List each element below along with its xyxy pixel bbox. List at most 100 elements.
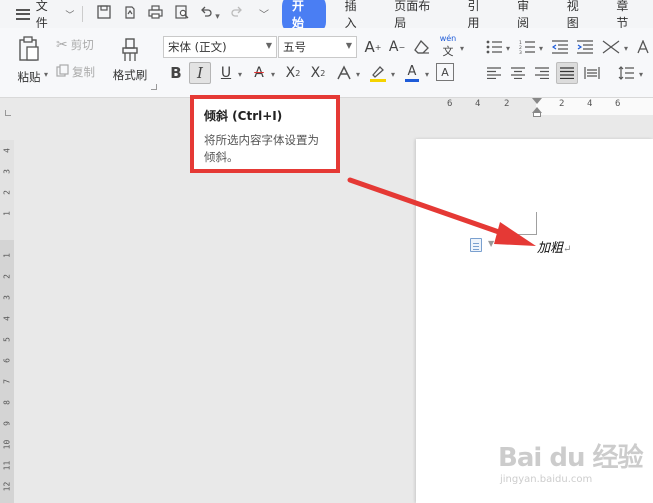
first-line-indent-marker[interactable] — [532, 98, 542, 104]
copy-button[interactable]: 复制 — [56, 63, 95, 81]
numbered-list-dropdown-icon[interactable]: ▾ — [539, 44, 543, 53]
bold-button[interactable]: B — [165, 62, 187, 84]
ruler-number: 5 — [2, 337, 12, 342]
align-left-icon[interactable] — [483, 62, 505, 84]
ruler-number: 9 — [2, 421, 12, 426]
watermark: Bai du 经验 jingyan.baidu.com — [498, 437, 643, 485]
align-right-icon[interactable] — [531, 62, 553, 84]
ruler-number: 3 — [2, 169, 12, 174]
ruler-number: 7 — [2, 379, 12, 384]
highlight-dropdown-icon[interactable]: ▾ — [391, 70, 395, 79]
clear-formatting-icon[interactable] — [411, 36, 433, 58]
paste-button[interactable]: 粘贴 — [10, 34, 48, 86]
subscript-button[interactable]: X2 — [307, 62, 329, 84]
vertical-ruler[interactable]: 4 3 2 1 1 2 3 4 5 6 7 8 9 10 11 12 — [0, 130, 18, 503]
menu-bar: 文件 ﹀ ▾ ﹀ 开始 插入 页面布局 引用 审阅 视图 章节 — [0, 0, 653, 34]
save-icon[interactable] — [91, 5, 117, 23]
superscript-button[interactable]: X2 — [282, 62, 304, 84]
annotation-arrow — [347, 177, 536, 246]
selected-text: 加粗 — [537, 241, 564, 256]
ruler-number: 2 — [2, 274, 12, 279]
tab-view[interactable]: 视图 — [554, 0, 604, 31]
font-color-icon[interactable]: A — [401, 61, 423, 85]
text-effect-dropdown-icon[interactable]: ▾ — [356, 70, 360, 79]
highlight-icon[interactable] — [367, 62, 389, 84]
font-size-select[interactable]: 五号 ▼ — [278, 36, 357, 58]
line-spacing-icon[interactable] — [615, 62, 637, 84]
increase-indent-icon[interactable] — [575, 36, 595, 58]
file-menu[interactable]: 文件 ﹀ — [0, 0, 74, 31]
ruler-number: 4 — [475, 99, 481, 109]
svg-text:3: 3 — [519, 50, 522, 54]
ruler-corner-mark — [5, 110, 11, 116]
chinese-layout-dropdown-icon[interactable]: ▾ — [624, 44, 628, 53]
file-menu-label: 文件 — [35, 0, 48, 30]
underline-dropdown-icon[interactable]: ▾ — [238, 70, 242, 79]
tab-section[interactable]: 章节 — [603, 0, 653, 31]
align-center-icon[interactable] — [507, 62, 529, 84]
font-color-dropdown-icon[interactable]: ▾ — [425, 70, 429, 79]
ruler-number: 2 — [2, 190, 12, 195]
chevron-down-icon: ﹀ — [65, 10, 75, 21]
font-name-value: 宋体 (正文) — [168, 40, 227, 54]
tooltip-body: 将所选内容字体设置为倾斜。 — [204, 133, 319, 164]
italic-tooltip: 倾斜 (Ctrl+I) 将所选内容字体设置为倾斜。 — [190, 95, 340, 173]
ruler-number: 4 — [587, 99, 593, 109]
tab-review[interactable]: 审阅 — [504, 0, 554, 31]
hamburger-icon — [16, 8, 30, 20]
tooltip-title: 倾斜 (Ctrl+I) — [204, 109, 283, 123]
cut-label: 剪切 — [70, 38, 94, 52]
customize-quick-access-icon[interactable]: ﹀ — [250, 6, 276, 22]
phonetic-glyph: wén — [439, 33, 457, 43]
left-indent-marker[interactable] — [533, 112, 541, 117]
format-painter-button[interactable]: 格式刷 — [108, 34, 152, 86]
distributed-align-icon[interactable] — [581, 62, 603, 84]
ruler-number: 8 — [2, 400, 12, 405]
line-spacing-dropdown-icon[interactable]: ▾ — [639, 70, 643, 79]
paste-dropdown-icon[interactable]: ▾ — [44, 70, 48, 79]
strikethrough-button[interactable]: A — [248, 62, 270, 84]
ruler-number: 6 — [615, 99, 621, 109]
font-size-value: 五号 — [283, 40, 306, 54]
font-name-select[interactable]: 宋体 (正文) ▼ — [163, 36, 277, 58]
undo-dropdown-icon[interactable]: ▾ — [215, 12, 220, 22]
bullet-list-dropdown-icon[interactable]: ▾ — [506, 44, 510, 53]
copy-icon — [56, 64, 69, 80]
tab-references[interactable]: 引用 — [454, 0, 504, 31]
print-preview-icon[interactable] — [169, 5, 195, 23]
ribbon-toolbar: 粘贴 ▾ ✂ 剪切 复制 格式刷 宋体 (正文) ▼ 五号 ▼ A + A − wé… — [0, 28, 653, 98]
underline-button[interactable]: U — [215, 62, 237, 84]
redo-icon[interactable] — [224, 5, 250, 23]
paragraph-mark: ↵ — [563, 244, 572, 255]
justify-icon[interactable] — [556, 62, 578, 84]
ruler-number: 11 — [2, 460, 12, 471]
shrink-font-icon[interactable]: A − — [386, 36, 408, 58]
numbered-list-icon[interactable]: 123 — [517, 36, 537, 58]
bullet-list-icon[interactable] — [484, 36, 504, 58]
chinese-layout-icon[interactable] — [600, 36, 622, 58]
export-pdf-icon[interactable] — [117, 5, 143, 23]
document-text[interactable]: 加粗↵ — [537, 237, 571, 256]
tab-page-layout[interactable]: 页面布局 — [381, 0, 454, 31]
clipboard-launcher-icon[interactable] — [151, 84, 157, 90]
character-border-icon[interactable]: A — [436, 63, 454, 81]
undo-icon[interactable]: ▾ — [195, 5, 225, 23]
cut-button[interactable]: ✂ 剪切 — [56, 36, 94, 54]
tab-insert[interactable]: 插入 — [332, 0, 382, 31]
copy-label: 复制 — [72, 65, 95, 79]
grow-font-icon[interactable]: A + — [362, 36, 384, 58]
ruler-number: 2 — [559, 99, 565, 109]
strikethrough-dropdown-icon[interactable]: ▾ — [271, 70, 275, 79]
decrease-indent-icon[interactable] — [550, 36, 570, 58]
watermark-logo: Bai du 经验 — [498, 443, 643, 473]
ruler-number: 12 — [2, 481, 12, 492]
italic-button[interactable]: I — [189, 62, 211, 84]
phonetic-dropdown-icon[interactable]: ▾ — [460, 44, 464, 53]
ruler-number: 2 — [504, 99, 510, 109]
phonetic-guide-icon[interactable]: wén 文 — [437, 34, 459, 58]
ruler-number: 4 — [2, 148, 12, 153]
paste-label: 粘贴 — [17, 69, 41, 84]
text-direction-icon[interactable] — [634, 36, 653, 58]
print-icon[interactable] — [143, 5, 169, 23]
text-effect-icon[interactable] — [333, 62, 355, 84]
